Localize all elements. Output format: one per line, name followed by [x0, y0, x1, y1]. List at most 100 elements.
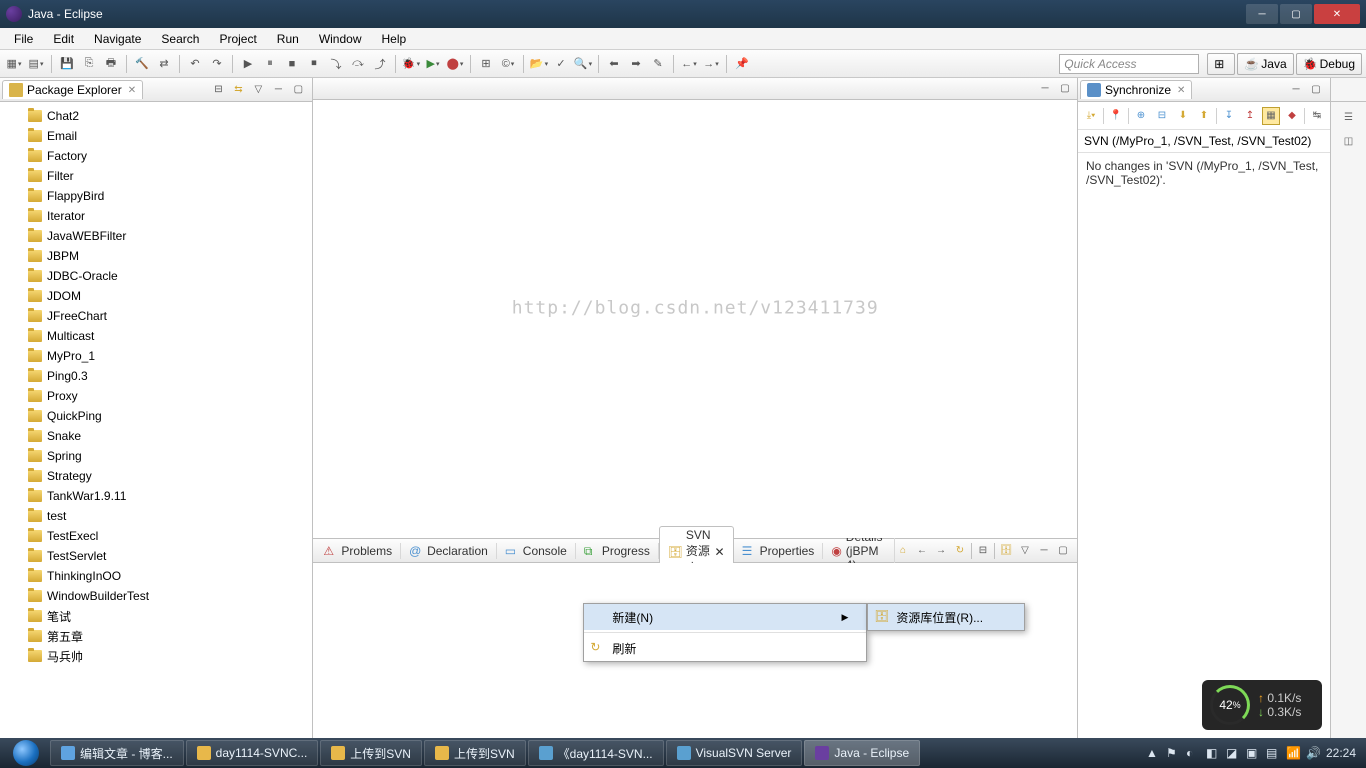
link-button[interactable]: ⇄: [154, 54, 174, 74]
run-last-button[interactable]: ⬤: [445, 54, 465, 74]
redo-button[interactable]: ↷: [207, 54, 227, 74]
taskbar-item[interactable]: day1114-SVNC...: [186, 740, 319, 766]
project-item[interactable]: Factory: [14, 146, 312, 166]
project-item[interactable]: QuickPing: [14, 406, 312, 426]
project-item[interactable]: Ping0.3: [14, 366, 312, 386]
project-item[interactable]: Chat2: [14, 106, 312, 126]
close-icon[interactable]: ✕: [128, 85, 136, 96]
tab-progress[interactable]: ⧉Progress: [576, 543, 659, 559]
project-item[interactable]: Email: [14, 126, 312, 146]
trim-shortcut-icon[interactable]: ◫: [1340, 132, 1358, 150]
back-button[interactable]: ←: [679, 54, 699, 74]
tray-network-icon[interactable]: 📶: [1286, 746, 1300, 760]
svn-repository-body[interactable]: 新建(N) ▶ ↻ 刷新 🗄 资源库位置(R)...: [313, 563, 1077, 738]
tray-app-icon[interactable]: ▣: [1246, 746, 1260, 760]
outgoing-mode-button[interactable]: ⊟: [1153, 107, 1171, 125]
commit-button[interactable]: ↥: [1241, 107, 1259, 125]
changeset-button[interactable]: ▦: [1262, 107, 1280, 125]
start-button[interactable]: [4, 739, 48, 767]
menu-file[interactable]: File: [4, 30, 43, 48]
taskbar-item[interactable]: VisualSVN Server: [666, 740, 803, 766]
taskbar-item[interactable]: 《day1114-SVN...: [528, 740, 664, 766]
tray-volume-icon[interactable]: 🔊: [1306, 746, 1320, 760]
resume-button[interactable]: ▶: [238, 54, 258, 74]
back-nav-button[interactable]: ←: [914, 543, 930, 559]
project-item[interactable]: MyPro_1: [14, 346, 312, 366]
update-button[interactable]: ↧: [1220, 107, 1238, 125]
project-item[interactable]: Snake: [14, 426, 312, 446]
taskbar-item[interactable]: 上传到SVN: [320, 740, 422, 766]
build-button[interactable]: 🔨: [132, 54, 152, 74]
ctx-repo-location[interactable]: 🗄 资源库位置(R)...: [868, 604, 1024, 630]
project-item[interactable]: 笔试: [14, 606, 312, 626]
minimize-view-button[interactable]: ─: [1288, 82, 1304, 98]
incoming-mode-button[interactable]: ⊕: [1132, 107, 1150, 125]
project-item[interactable]: test: [14, 506, 312, 526]
menu-edit[interactable]: Edit: [43, 30, 84, 48]
tray-show-hidden-icon[interactable]: ▲: [1146, 746, 1160, 760]
tab-synchronize[interactable]: Synchronize ✕: [1080, 80, 1192, 99]
project-item[interactable]: JBPM: [14, 246, 312, 266]
taskbar-item[interactable]: 上传到SVN: [424, 740, 526, 766]
tray-flag-icon[interactable]: ⚑: [1166, 746, 1180, 760]
project-item[interactable]: WindowBuilderTest: [14, 586, 312, 606]
open-type-button[interactable]: 📂: [529, 54, 549, 74]
taskbar-item[interactable]: Java - Eclipse: [804, 740, 920, 766]
tab-problems[interactable]: ⚠Problems: [315, 543, 401, 559]
maximize-button[interactable]: ▢: [1280, 4, 1312, 24]
step-over-button[interactable]: ⤼: [348, 54, 368, 74]
performance-widget[interactable]: 42% 0.1K/s 0.3K/s: [1202, 680, 1322, 730]
project-item[interactable]: JDBC-Oracle: [14, 266, 312, 286]
menu-navigate[interactable]: Navigate: [84, 30, 151, 48]
suspend-button[interactable]: ⏸: [260, 54, 280, 74]
project-item[interactable]: Iterator: [14, 206, 312, 226]
menu-run[interactable]: Run: [267, 30, 309, 48]
project-item[interactable]: TankWar1.9.11: [14, 486, 312, 506]
menu-project[interactable]: Project: [209, 30, 266, 48]
view-menu-button[interactable]: ▽: [250, 82, 266, 98]
tray-app-icon[interactable]: ◪: [1226, 746, 1240, 760]
project-item[interactable]: JavaWEBFilter: [14, 226, 312, 246]
incoming-outgoing-button[interactable]: ⬇: [1174, 107, 1192, 125]
step-return-button[interactable]: ⤴: [370, 54, 390, 74]
save-copy-button[interactable]: ⎘: [79, 54, 99, 74]
taskbar-item[interactable]: 编辑文章 - 博客...: [50, 740, 184, 766]
run-button[interactable]: ▶: [423, 54, 443, 74]
link-editor-button[interactable]: ⇆: [230, 82, 246, 98]
tab-declaration[interactable]: @Declaration: [401, 543, 497, 559]
step-into-button[interactable]: ⤵: [326, 54, 346, 74]
ctx-refresh[interactable]: ↻ 刷新: [584, 635, 866, 661]
quick-access-input[interactable]: Quick Access: [1059, 54, 1199, 74]
menu-help[interactable]: Help: [372, 30, 417, 48]
project-item[interactable]: TestExecl: [14, 526, 312, 546]
menu-window[interactable]: Window: [309, 30, 372, 48]
home-button[interactable]: ⌂: [895, 543, 911, 559]
add-repo-button[interactable]: 🗄: [998, 543, 1014, 559]
project-item[interactable]: Filter: [14, 166, 312, 186]
ctx-new[interactable]: 新建(N) ▶: [584, 604, 866, 630]
open-perspective-button[interactable]: ⊞: [1207, 53, 1235, 75]
project-item[interactable]: JDOM: [14, 286, 312, 306]
tray-clock[interactable]: 22:24: [1326, 746, 1356, 760]
new-class-button[interactable]: ©: [498, 54, 518, 74]
expand-button[interactable]: ↹: [1308, 107, 1326, 125]
view-menu-button[interactable]: ▽: [1017, 543, 1033, 559]
show-button[interactable]: ◆: [1283, 107, 1301, 125]
debug-button[interactable]: 🐞: [401, 54, 421, 74]
project-item[interactable]: JFreeChart: [14, 306, 312, 326]
outline-shortcut-icon[interactable]: ☰: [1340, 108, 1358, 126]
project-item[interactable]: 第五章: [14, 626, 312, 646]
search-button[interactable]: 🔍: [573, 54, 593, 74]
tab-console[interactable]: ▭Console: [497, 543, 576, 559]
minimize-button[interactable]: ─: [1246, 4, 1278, 24]
last-edit-button[interactable]: ✎: [648, 54, 668, 74]
project-item[interactable]: Spring: [14, 446, 312, 466]
print-button[interactable]: 🖶: [101, 54, 121, 74]
project-item[interactable]: Proxy: [14, 386, 312, 406]
pin-editor-button[interactable]: 📌: [732, 54, 752, 74]
forward-nav-button[interactable]: →: [933, 543, 949, 559]
forward-button[interactable]: →: [701, 54, 721, 74]
project-item[interactable]: ThinkingInOO: [14, 566, 312, 586]
minimize-editor-button[interactable]: ─: [1037, 81, 1053, 97]
maximize-view-button[interactable]: ▢: [290, 82, 306, 98]
